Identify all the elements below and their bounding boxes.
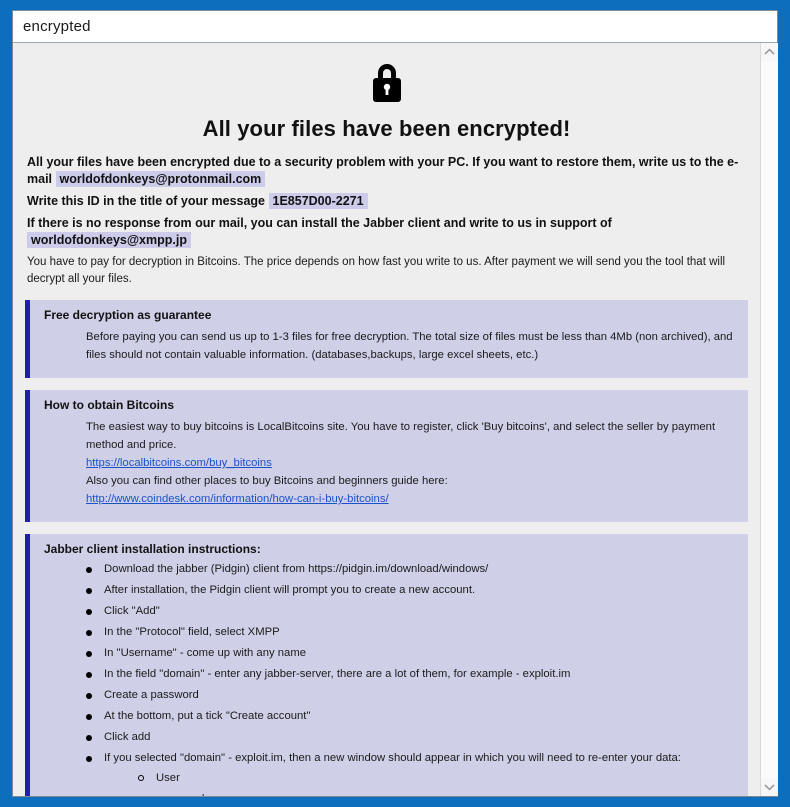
panel-free-decryption-body: Before paying you can send us up to 1-3 …: [44, 328, 736, 364]
localbitcoins-link[interactable]: https://localbitcoins.com/buy_bitcoins: [86, 457, 272, 469]
panel-free-decryption-title: Free decryption as guarantee: [44, 308, 212, 322]
window-titlebar: encrypted: [13, 11, 777, 43]
panel-obtain-bitcoins-body: The easiest way to buy bitcoins is Local…: [44, 418, 736, 508]
window-title: encrypted: [23, 18, 91, 35]
panel-obtain-bitcoins-title: How to obtain Bitcoins: [44, 398, 174, 412]
bitcoins-text-2: Also you can find other places to buy Bi…: [86, 475, 448, 487]
padlock-icon: [364, 59, 410, 107]
panel-jabber-instructions: Jabber client installation instructions:…: [25, 534, 748, 796]
chevron-down-icon: [763, 783, 775, 791]
contact-email-value: worldofdonkeys@protonmail.com: [55, 171, 266, 187]
jabber-address-value: worldofdonkeys@xmpp.jp: [27, 232, 191, 248]
screen-root: encrypted All your files have been encry…: [0, 0, 790, 807]
bitcoins-link-1-wrapper: https://localbitcoins.com/buy_bitcoins: [86, 454, 736, 472]
chevron-up-icon: [763, 48, 775, 56]
list-item: In the "Protocol" field, select XMPP: [82, 625, 736, 640]
panel-obtain-bitcoins: How to obtain Bitcoins The easiest way t…: [25, 390, 748, 522]
list-item-label: If you selected "domain" - exploit.im, t…: [104, 752, 681, 764]
sub-list-item: password: [134, 792, 736, 796]
list-item-with-subitems: If you selected "domain" - exploit.im, t…: [82, 751, 736, 796]
list-item: At the bottom, put a tick "Create accoun…: [82, 709, 736, 724]
bitcoins-text-1: The easiest way to buy bitcoins is Local…: [86, 421, 716, 451]
list-item: In "Username" - come up with any name: [82, 646, 736, 661]
coindesk-link[interactable]: http://www.coindesk.com/information/how-…: [86, 493, 389, 505]
panel-free-decryption-text: Before paying you can send us up to 1-3 …: [86, 331, 733, 361]
scrollbar-track[interactable]: [760, 61, 778, 778]
list-item: Click "Add": [82, 604, 736, 619]
scroll-up-button[interactable]: [760, 43, 778, 61]
ransom-note-window: encrypted All your files have been encry…: [12, 10, 778, 797]
intro-line-payment: You have to pay for decryption in Bitcoi…: [27, 256, 726, 285]
intro-line-id-text: Write this ID in the title of your messa…: [27, 194, 266, 208]
vertical-scrollbar[interactable]: [760, 43, 778, 796]
intro-line-id: Write this ID in the title of your messa…: [27, 193, 746, 210]
victim-id-value: 1E857D00-2271: [268, 193, 368, 209]
intro-block: All your files have been encrypted due t…: [23, 154, 750, 288]
list-item: In the field "domain" - enter any jabber…: [82, 667, 736, 682]
panel-free-decryption: Free decryption as guarantee Before payi…: [25, 300, 748, 378]
scroll-down-button[interactable]: [760, 778, 778, 796]
jabber-steps-list: Download the jabber (Pidgin) client from…: [44, 562, 736, 796]
intro-line-email: All your files have been encrypted due t…: [27, 154, 746, 188]
intro-line-jabber: If there is no response from our mail, y…: [27, 215, 746, 249]
note-content: All your files have been encrypted! All …: [13, 43, 760, 796]
page-title: All your files have been encrypted!: [202, 116, 571, 141]
panel-jabber-instructions-title: Jabber client installation instructions:: [44, 542, 261, 556]
list-item: After installation, the Pidgin client wi…: [82, 583, 736, 598]
sub-list-item: User: [134, 771, 736, 786]
intro-line-jabber-text: If there is no response from our mail, y…: [27, 216, 612, 230]
list-item: Click add: [82, 730, 736, 745]
jabber-substeps-list: User password You will need to follow th…: [104, 771, 736, 796]
list-item: Create a password: [82, 688, 736, 703]
list-item: Download the jabber (Pidgin) client from…: [82, 562, 736, 577]
lock-icon-wrapper: [23, 53, 750, 107]
window-body: All your files have been encrypted! All …: [13, 43, 778, 796]
bitcoins-link-2-wrapper: http://www.coindesk.com/information/how-…: [86, 490, 736, 508]
